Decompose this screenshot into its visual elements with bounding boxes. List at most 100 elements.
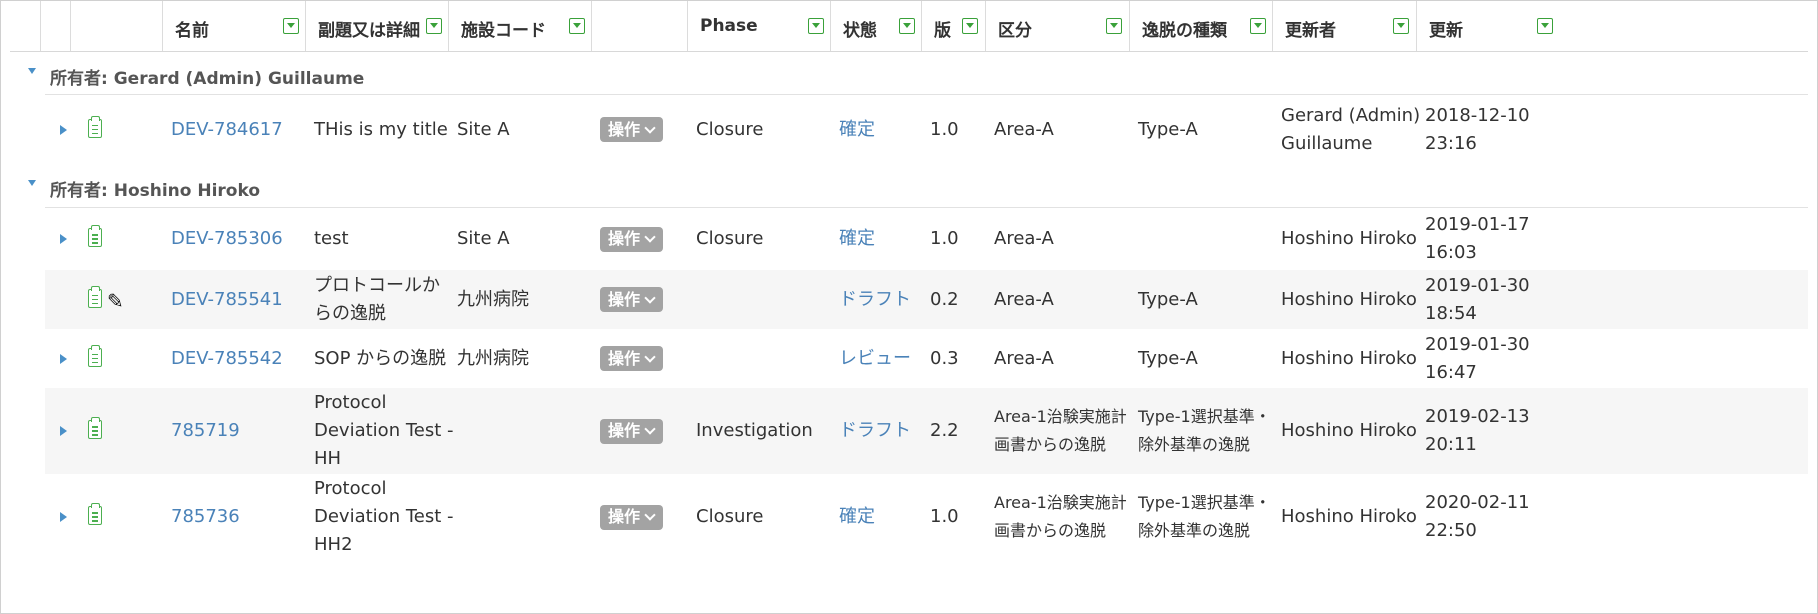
header-deviation-type[interactable]: 逸脱の種類 xyxy=(1129,1,1272,51)
clipboard-icon[interactable] xyxy=(88,417,102,439)
site-code-cell: Site A xyxy=(457,228,510,249)
updated-by-cell: Hoshino Hiroko xyxy=(1281,228,1417,249)
header-ops-col xyxy=(591,1,687,51)
chevron-down-icon xyxy=(644,509,656,521)
subtitle-cell: test xyxy=(314,228,349,249)
table-row[interactable]: DEV-785306 test Site A 操作 Closure 確定 1.0… xyxy=(45,208,1808,270)
header-version[interactable]: 版 xyxy=(921,1,985,51)
clipboard-icon[interactable] xyxy=(88,344,102,367)
pencil-icon[interactable]: ✎ xyxy=(107,289,124,313)
operations-button-label: 操作 xyxy=(608,421,641,440)
chevron-down-icon xyxy=(644,291,656,304)
header-version-label: 版 xyxy=(934,21,951,41)
chevron-down-icon xyxy=(644,231,656,243)
operations-button[interactable]: 操作 xyxy=(600,226,664,252)
filter-subtitle-icon[interactable] xyxy=(426,18,442,34)
header-site-code-label: 施設コード xyxy=(461,21,546,41)
group-header-owner[interactable]: 所有者: Gerard (Admin) Guillaume xyxy=(10,52,1808,95)
header-status[interactable]: 状態 xyxy=(830,1,921,51)
operations-button[interactable]: 操作 xyxy=(600,504,664,530)
collapse-group-icon[interactable] xyxy=(28,68,36,74)
filter-version-icon[interactable] xyxy=(962,18,978,34)
record-name-link[interactable]: DEV-785306 xyxy=(171,225,283,253)
table-row[interactable]: 785719 Protocol Deviation Test - HH 操作 I… xyxy=(45,388,1808,474)
filter-site-code-icon[interactable] xyxy=(569,18,585,34)
header-name-label: 名前 xyxy=(175,21,209,41)
header-updated-label: 更新 xyxy=(1429,21,1463,41)
grid-header: 名前 副題又は詳細 施設コード Phase 状態 版 区分 逸脱の種類 更新者 … xyxy=(10,1,1808,52)
phase-cell: Closure xyxy=(696,118,764,140)
updated-by-cell: Hoshino Hiroko xyxy=(1281,288,1417,310)
operations-button-label: 操作 xyxy=(608,507,641,526)
header-action-col xyxy=(70,1,162,51)
site-code-cell: Site A xyxy=(457,118,510,140)
filter-updated-by-icon[interactable] xyxy=(1393,18,1409,34)
header-category[interactable]: 区分 xyxy=(985,1,1129,51)
expand-row-icon[interactable] xyxy=(60,512,67,522)
version-cell: 0.2 xyxy=(930,288,959,310)
version-cell: 1.0 xyxy=(930,506,959,527)
phase-cell xyxy=(696,329,839,388)
clipboard-icon[interactable] xyxy=(88,225,102,247)
filter-updated-icon[interactable] xyxy=(1537,18,1553,34)
chevron-down-icon xyxy=(644,423,656,435)
record-name-link[interactable]: 785736 xyxy=(171,503,240,531)
operations-button[interactable]: 操作 xyxy=(600,287,664,312)
clipboard-icon[interactable] xyxy=(88,285,102,308)
status-link[interactable]: ドラフト xyxy=(839,417,911,445)
deviation-type-cell: Type-1選択基準・除外基準の逸脱 xyxy=(1138,493,1271,540)
record-name-link[interactable]: DEV-785542 xyxy=(171,345,283,373)
phase-cell xyxy=(696,270,839,329)
header-icon-col xyxy=(40,1,70,51)
expand-row-icon[interactable] xyxy=(60,234,67,244)
operations-button[interactable]: 操作 xyxy=(600,346,664,371)
group-header-owner[interactable]: 所有者: Hoshino Hiroko xyxy=(10,164,1808,208)
filter-status-icon[interactable] xyxy=(899,18,915,34)
header-phase-label: Phase xyxy=(700,16,758,36)
clipboard-icon[interactable] xyxy=(88,115,102,138)
header-updated-by[interactable]: 更新者 xyxy=(1272,1,1416,51)
chevron-down-icon xyxy=(644,350,656,363)
subtitle-cell: THis is my title xyxy=(314,118,448,140)
table-row[interactable]: DEV-784617 THis is my title Site A 操作 Cl… xyxy=(45,95,1808,164)
header-subtitle[interactable]: 副題又は詳細 xyxy=(305,1,448,51)
subtitle-cell: プロトコールからの逸脱 xyxy=(314,274,440,324)
table-row[interactable]: DEV-785542 SOP からの逸脱 九州病院 操作 レビュー 0.3 Ar… xyxy=(45,329,1808,388)
header-name[interactable]: 名前 xyxy=(162,1,305,51)
expand-row-icon[interactable] xyxy=(60,353,67,364)
operations-button[interactable]: 操作 xyxy=(600,117,664,142)
table-frame: 名前 副題又は詳細 施設コード Phase 状態 版 区分 逸脱の種類 更新者 … xyxy=(0,0,1818,614)
header-updated[interactable]: 更新 xyxy=(1416,1,1559,51)
table-row[interactable]: ✎ DEV-785541 プロトコールからの逸脱 九州病院 操作 ドラフト 0.… xyxy=(45,270,1808,329)
header-expand-col xyxy=(10,1,40,51)
record-name-link[interactable]: DEV-785541 xyxy=(171,286,283,314)
filter-phase-icon[interactable] xyxy=(808,18,824,34)
status-link[interactable]: レビュー xyxy=(839,345,911,373)
filter-name-icon[interactable] xyxy=(283,18,299,34)
version-cell: 0.3 xyxy=(930,347,959,369)
header-site-code[interactable]: 施設コード xyxy=(448,1,591,51)
status-link[interactable]: ドラフト xyxy=(839,286,911,314)
subtitle-cell: Protocol Deviation Test - HH xyxy=(314,392,454,469)
updated-cell: 2018-12-10 23:16 xyxy=(1425,104,1530,154)
status-link[interactable]: 確定 xyxy=(839,225,875,253)
phase-cell: Closure xyxy=(696,506,764,527)
record-name-link[interactable]: DEV-784617 xyxy=(171,116,283,144)
filter-deviation-type-icon[interactable] xyxy=(1250,18,1266,34)
record-name-link[interactable]: 785719 xyxy=(171,417,240,445)
table-row[interactable]: 785736 Protocol Deviation Test - HH2 操作 … xyxy=(45,474,1808,560)
version-cell: 1.0 xyxy=(930,118,959,140)
operations-button[interactable]: 操作 xyxy=(600,418,664,444)
collapse-group-icon[interactable] xyxy=(28,180,36,186)
version-cell: 2.2 xyxy=(930,420,959,441)
status-link[interactable]: 確定 xyxy=(839,503,875,531)
status-link[interactable]: 確定 xyxy=(839,116,875,144)
clipboard-icon[interactable] xyxy=(88,503,102,525)
group-label: 所有者: Hoshino Hiroko xyxy=(50,181,261,201)
header-phase[interactable]: Phase xyxy=(687,1,830,51)
phase-cell: Investigation xyxy=(696,420,813,441)
deviation-type-cell xyxy=(1138,208,1281,270)
expand-row-icon[interactable] xyxy=(60,124,67,135)
filter-category-icon[interactable] xyxy=(1106,18,1122,34)
expand-row-icon[interactable] xyxy=(60,426,67,436)
